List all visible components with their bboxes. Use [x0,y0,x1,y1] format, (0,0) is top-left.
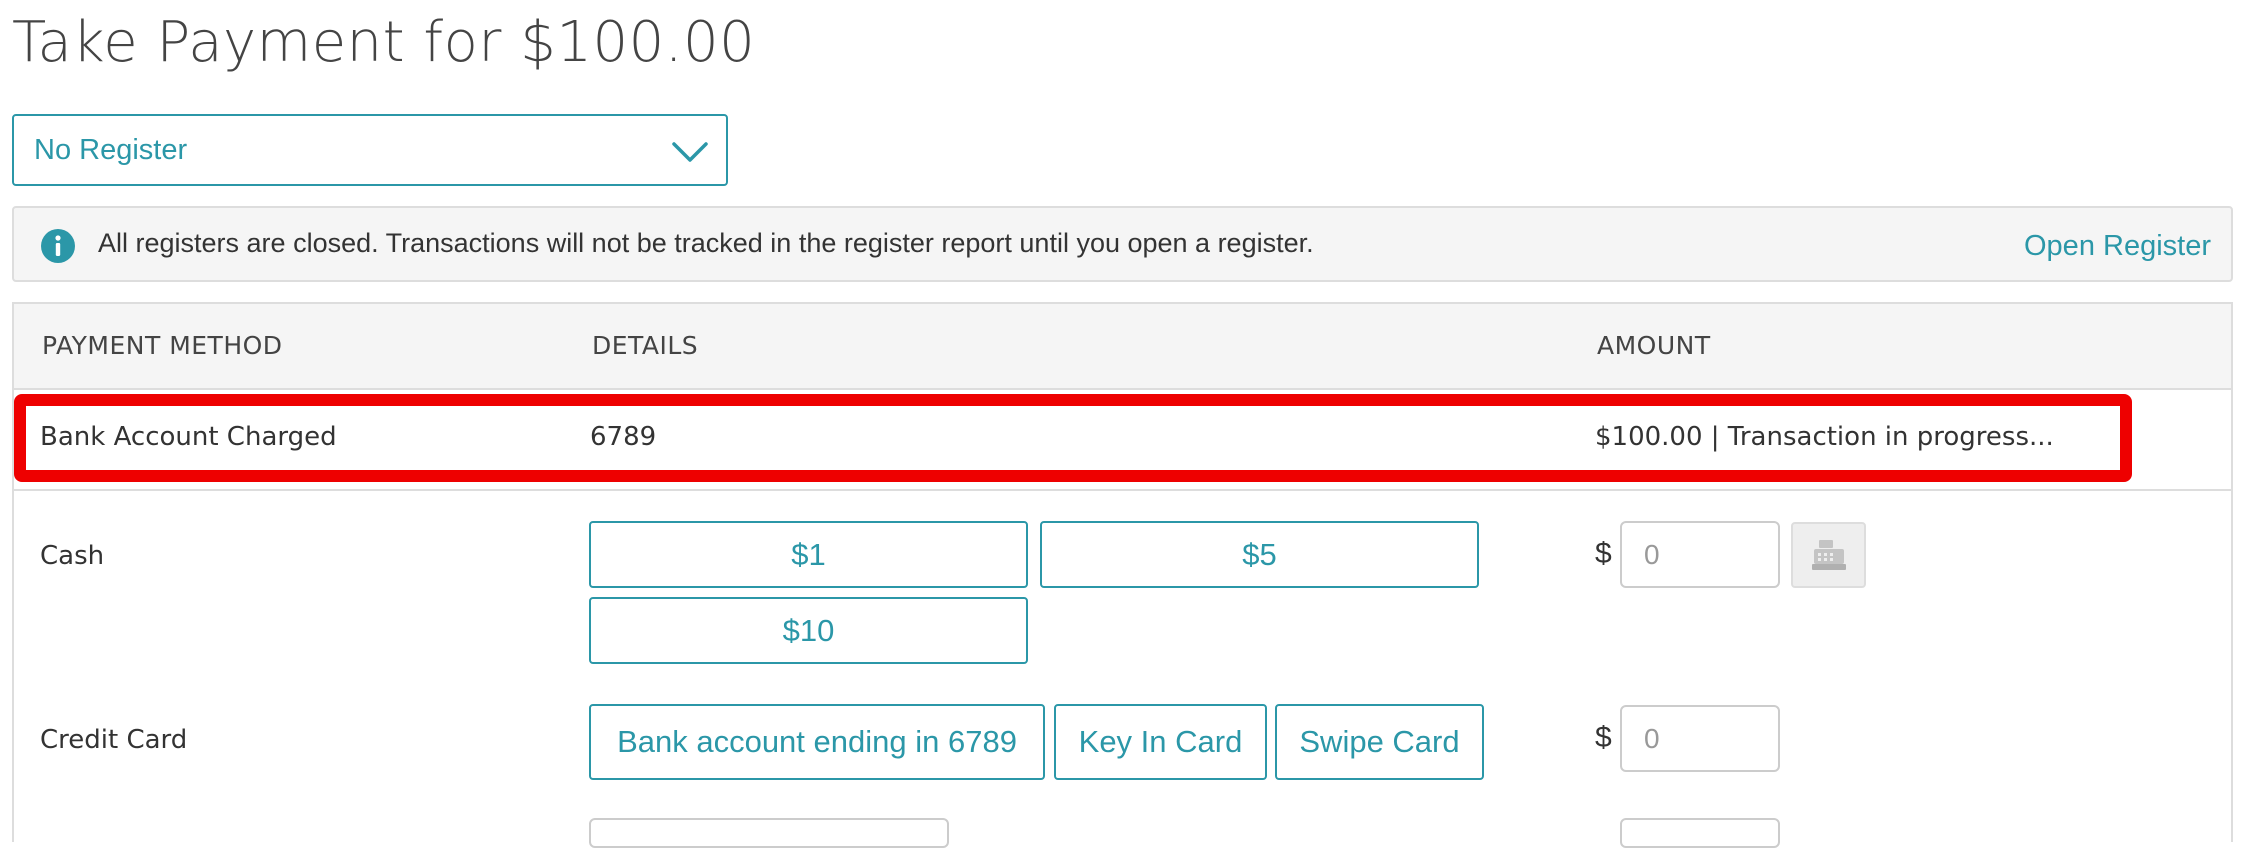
page-title: Take Payment for $100.00 [12,10,756,75]
register-select[interactable]: No Register [12,114,728,186]
table-header: PAYMENT METHOD DETAILS AMOUNT [14,304,2231,390]
info-banner-message: All registers are closed. Transactions w… [98,228,1314,258]
swipe-card-button[interactable]: Swipe Card [1275,704,1484,780]
cash-currency-symbol: $ [1595,537,1612,570]
key-in-card-button[interactable]: Key In Card [1054,704,1267,780]
open-register-link[interactable]: Open Register [2024,230,2211,263]
partial-next-row-button[interactable] [589,818,949,848]
cash-5-button[interactable]: $5 [1040,521,1479,588]
column-header-payment-method: PAYMENT METHOD [42,331,283,360]
chevron-down-icon [672,142,708,162]
bank-account-option-button[interactable]: Bank account ending in 6789 [589,704,1045,780]
credit-currency-symbol: $ [1595,721,1612,754]
column-header-details: DETAILS [592,331,699,360]
info-icon [41,229,75,263]
cash-1-button[interactable]: $1 [589,521,1028,588]
column-header-amount: AMOUNT [1597,331,1711,360]
partial-next-row-input[interactable] [1620,818,1780,848]
credit-card-method-label: Credit Card [40,725,188,755]
credit-amount-input[interactable] [1620,705,1780,772]
register-select-value: No Register [34,133,188,166]
cash-register-button[interactable] [1791,522,1866,588]
cash-method-label: Cash [40,541,105,571]
charged-amount-status: $100.00 | Transaction in progress... [1595,422,2054,452]
row-divider [14,489,2233,491]
info-banner: All registers are closed. Transactions w… [12,206,2233,282]
charged-method: Bank Account Charged [40,422,337,452]
cash-10-button[interactable]: $10 [589,597,1028,664]
cash-register-icon [1811,540,1846,570]
charged-details: 6789 [590,422,657,452]
cash-amount-input[interactable] [1620,521,1780,588]
